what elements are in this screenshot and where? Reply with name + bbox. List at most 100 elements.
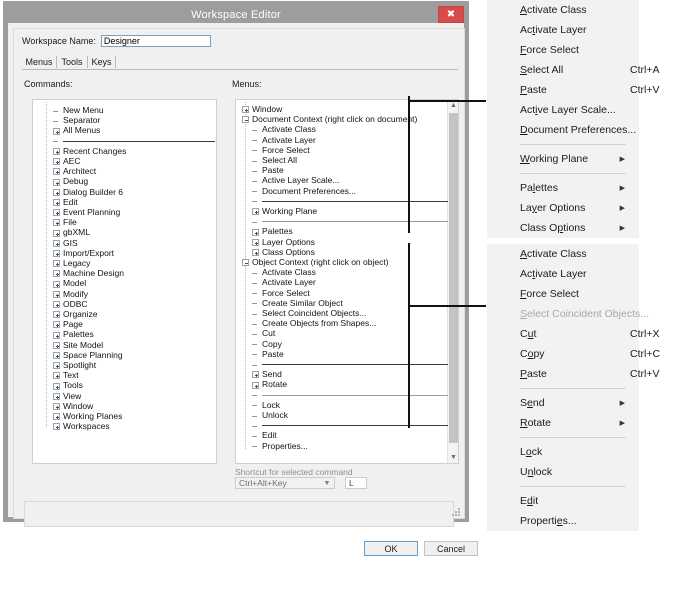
expand-plus-icon[interactable] [53,362,60,370]
menu-item-select-all[interactable]: Select All Ctrl+A [487,60,659,80]
tree-item[interactable]: All Menus [33,125,216,135]
tree-item[interactable]: Text [33,370,216,380]
menu-item-properties[interactable]: Properties... [487,511,639,531]
menu-item-palettes[interactable]: Palettes ▶ [487,178,639,198]
tree-item[interactable] [236,359,458,369]
expand-plus-icon[interactable] [53,382,60,390]
expand-plus-icon[interactable] [53,341,60,349]
menu-item-unlock[interactable]: Unlock [487,462,639,482]
tree-item[interactable]: Activate Layer [236,277,458,287]
tab-keys[interactable]: Keys [88,55,115,69]
tree-item[interactable]: Edit [236,430,458,440]
tree-item[interactable]: GIS [33,238,216,248]
expand-plus-icon[interactable] [252,238,259,246]
menu-item-cut[interactable]: Cut Ctrl+X [487,324,659,344]
tree-item[interactable]: Document Preferences... [236,186,458,196]
tree-item[interactable]: Create Objects from Shapes... [236,318,458,328]
tree-item[interactable]: Workspaces [33,421,216,431]
tree-item[interactable]: Cut [236,328,458,338]
workspace-name-input[interactable] [100,35,211,47]
expand-plus-icon[interactable] [252,248,259,256]
tree-item[interactable]: Activate Layer [236,135,458,145]
menu-item-send[interactable]: Send ▶ [487,393,639,413]
tree-item[interactable]: Class Options [236,247,458,257]
tree-item[interactable]: Unlock [236,410,458,420]
tree-item[interactable]: Working Plane [236,206,458,216]
ok-button[interactable]: OK [364,541,418,556]
collapse-minus-icon[interactable] [242,259,249,267]
tree-item[interactable]: Activate Class [236,267,458,277]
cancel-button[interactable]: Cancel [424,541,478,556]
expand-plus-icon[interactable] [53,270,60,278]
tree-item[interactable]: Palettes [236,226,458,236]
tree-item[interactable]: Active Layer Scale... [236,175,458,185]
tree-item[interactable]: Space Planning [33,350,216,360]
expand-plus-icon[interactable] [53,147,60,155]
menu-item-class-options[interactable]: Class Options ▶ [487,218,639,238]
expand-plus-icon[interactable] [242,106,249,114]
tree-item[interactable]: Architect [33,166,216,176]
tree-item[interactable]: Working Planes [33,411,216,421]
tree-item[interactable]: File [33,217,216,227]
menu-item-activate-layer[interactable]: Activate Layer [487,264,639,284]
tree-item[interactable] [33,136,216,146]
tree-item[interactable]: ODBC [33,299,216,309]
tab-menus[interactable]: Menus [22,55,56,69]
tree-item[interactable]: Document Context (right click on documen… [236,114,458,124]
tree-item[interactable]: Force Select [236,145,458,155]
expand-plus-icon[interactable] [53,413,60,421]
tree-item[interactable]: Spotlight [33,360,216,370]
expand-plus-icon[interactable] [53,280,60,288]
document-context-menu[interactable]: Activate Class Activate Layer Force Select… [487,0,659,238]
expand-plus-icon[interactable] [53,423,60,431]
menu-item-force-select[interactable]: Force Select [487,40,639,60]
tree-item[interactable]: View [33,391,216,401]
tree-item[interactable]: Palettes [33,329,216,339]
tree-item[interactable]: Paste [236,349,458,359]
expand-plus-icon[interactable] [252,208,259,216]
menus-tree[interactable]: ▲ ▼ Window Document Context (right click … [235,99,459,464]
expand-plus-icon[interactable] [53,229,60,237]
expand-plus-icon[interactable] [53,178,60,186]
tree-item[interactable]: Import/Export [33,248,216,258]
tree-item[interactable]: Modify [33,289,216,299]
menu-item-activate-layer[interactable]: Activate Layer [487,20,639,40]
expand-plus-icon[interactable] [53,392,60,400]
tree-item[interactable]: gbXML [33,227,216,237]
menu-item-force-select[interactable]: Force Select [487,284,639,304]
tree-item[interactable]: Force Select [236,288,458,298]
menu-item-activate-class[interactable]: Activate Class [487,244,639,264]
tree-item[interactable]: Page [33,319,216,329]
collapse-minus-icon[interactable] [242,116,249,124]
tree-item[interactable]: Site Model [33,340,216,350]
tree-item[interactable] [236,390,458,400]
menu-item-paste[interactable]: Paste Ctrl+V [487,364,659,384]
object-context-menu[interactable]: Activate Class Activate Layer Force Select… [487,244,660,531]
tree-item[interactable]: Tools [33,380,216,390]
menu-item-activate-class[interactable]: Activate Class [487,0,639,20]
expand-plus-icon[interactable] [53,321,60,329]
tree-item[interactable] [236,196,458,206]
tree-item[interactable]: New Menu [33,105,216,115]
tree-item[interactable]: Lock [236,400,458,410]
tree-item[interactable]: Recent Changes [33,146,216,156]
tree-item[interactable]: Rotate [236,379,458,389]
menu-item-paste[interactable]: Paste Ctrl+V [487,80,659,100]
expand-plus-icon[interactable] [53,311,60,319]
expand-plus-icon[interactable] [252,228,259,236]
tree-item[interactable]: Organize [33,309,216,319]
commands-tree[interactable]: New Menu Separator All Menus Recent Changes… [32,99,217,464]
expand-plus-icon[interactable] [53,290,60,298]
tab-tools[interactable]: Tools [57,55,87,69]
expand-plus-icon[interactable] [53,219,60,227]
tree-item[interactable]: Machine Design [33,268,216,278]
tree-item[interactable]: Select All [236,155,458,165]
menu-item-lock[interactable]: Lock [487,442,639,462]
tree-item[interactable]: Properties... [236,441,458,451]
tree-item[interactable]: Layer Options [236,237,458,247]
expand-plus-icon[interactable] [53,249,60,257]
menu-item-edit[interactable]: Edit [487,491,639,511]
tree-item[interactable]: Window [33,401,216,411]
expand-plus-icon[interactable] [53,402,60,410]
tree-item[interactable]: AEC [33,156,216,166]
